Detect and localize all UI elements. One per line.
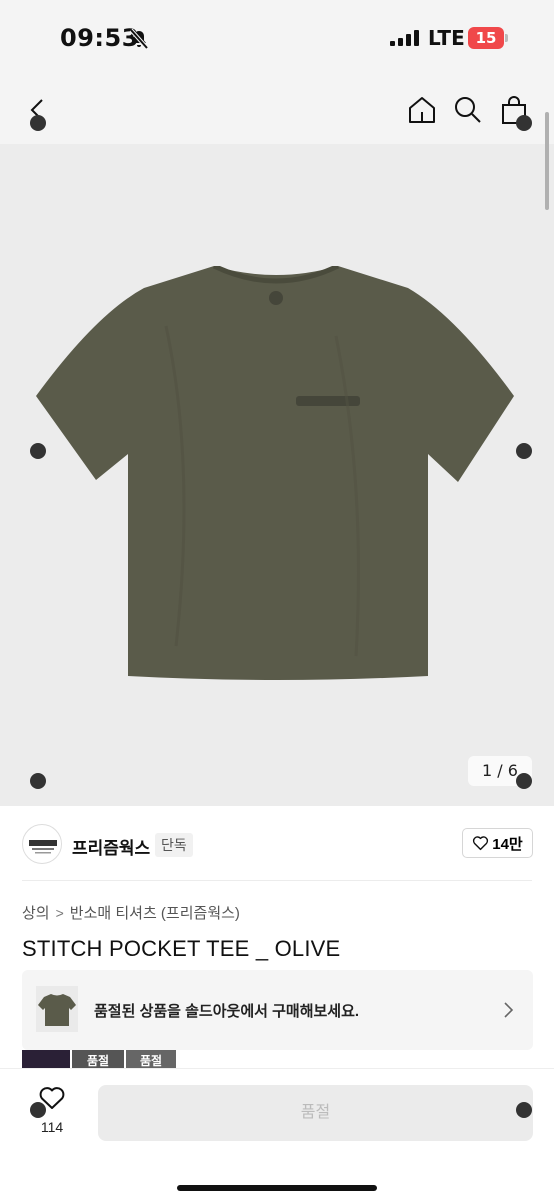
breadcrumb-category[interactable]: 상의 bbox=[22, 902, 50, 923]
soldout-banner-text: 품절된 상품을 솔드아웃에서 구매해보세요. bbox=[94, 1003, 360, 1020]
signal-icon bbox=[390, 30, 419, 46]
touch-marker bbox=[30, 1102, 46, 1118]
product-tshirt-image bbox=[36, 266, 514, 680]
exclusive-badge: 단독 bbox=[155, 833, 193, 857]
battery-cap bbox=[505, 34, 508, 42]
product-title: STITCH POCKET TEE _ OLIVE bbox=[22, 936, 341, 961]
battery-indicator: 15 bbox=[468, 27, 504, 49]
touch-marker bbox=[30, 773, 46, 789]
option-thumbnail[interactable]: 품절 bbox=[72, 1050, 124, 1068]
wishlist-count: 114 bbox=[40, 1119, 64, 1135]
home-indicator[interactable] bbox=[177, 1185, 377, 1191]
like-count: 14만 bbox=[492, 835, 523, 853]
touch-marker bbox=[516, 115, 532, 131]
option-thumbnail[interactable] bbox=[22, 1050, 70, 1068]
touch-marker bbox=[516, 773, 532, 789]
touch-marker bbox=[30, 115, 46, 131]
top-nav-bar bbox=[0, 76, 554, 144]
divider bbox=[22, 880, 532, 881]
option-soldout-label: 품절 bbox=[86, 1054, 110, 1068]
status-bar: 09:53 LTE 15 bbox=[0, 0, 554, 76]
brand-logo[interactable] bbox=[22, 824, 62, 864]
product-image-carousel[interactable]: 1 / 6 bbox=[0, 144, 554, 806]
heart-icon bbox=[473, 836, 489, 851]
brand-name[interactable]: 프리즘웍스 bbox=[72, 834, 150, 859]
tshirt-thumbnail-icon bbox=[38, 994, 76, 1026]
network-type: LTE bbox=[428, 26, 465, 50]
soldout-banner[interactable]: 품절된 상품을 솔드아웃에서 구매해보세요. bbox=[22, 970, 533, 1050]
option-soldout-label: 품절 bbox=[139, 1054, 163, 1068]
chevron-right-icon bbox=[504, 1002, 514, 1018]
touch-marker bbox=[30, 443, 46, 459]
home-icon[interactable] bbox=[406, 94, 438, 126]
breadcrumb: 상의 > 반소매 티셔츠 (프리즘웍스) bbox=[22, 902, 240, 923]
scrollbar[interactable] bbox=[545, 112, 549, 210]
breadcrumb-subcategory[interactable]: 반소매 티셔츠 (프리즘웍스) bbox=[70, 902, 240, 923]
brand-logo-graphic bbox=[29, 840, 57, 854]
like-button[interactable]: 14만 bbox=[462, 828, 533, 858]
option-thumbnail[interactable]: 품절 bbox=[126, 1050, 176, 1068]
soldout-button[interactable]: 품절 bbox=[98, 1085, 533, 1141]
breadcrumb-separator: > bbox=[55, 904, 64, 921]
banner-thumbnail bbox=[36, 986, 78, 1032]
bottom-action-bar: 114 품절 bbox=[0, 1068, 554, 1200]
bell-muted-icon bbox=[129, 28, 149, 50]
search-icon[interactable] bbox=[452, 94, 484, 126]
brand-row: 프리즘웍스 단독 14만 bbox=[0, 806, 554, 880]
touch-marker bbox=[516, 443, 532, 459]
touch-marker bbox=[516, 1102, 532, 1118]
